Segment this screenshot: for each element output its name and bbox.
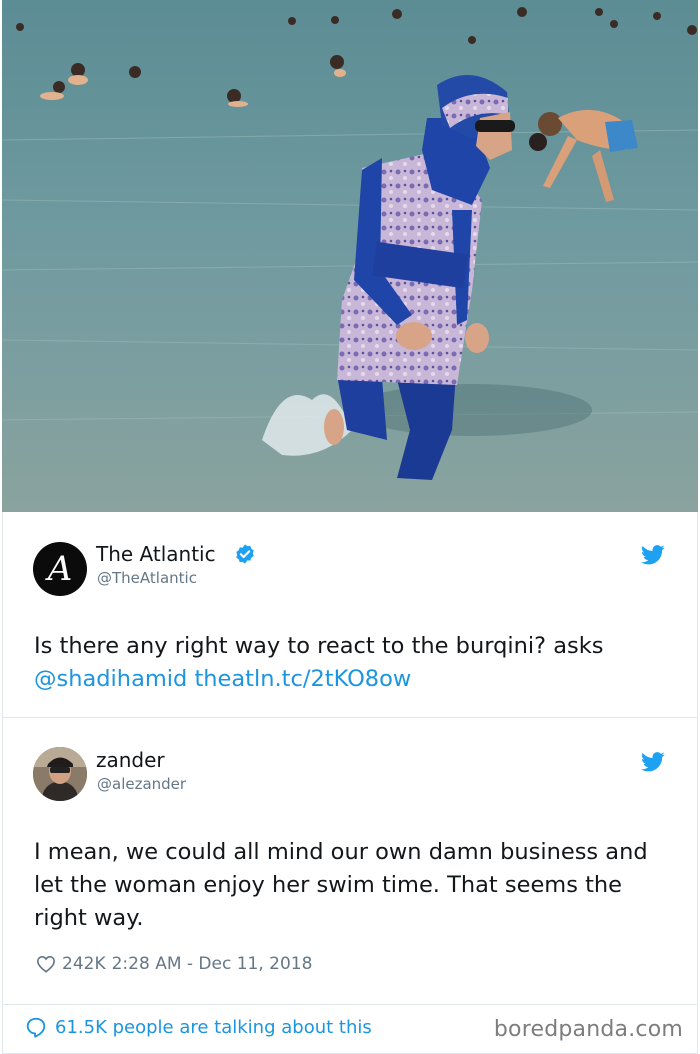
- author-handle[interactable]: @TheAtlantic: [97, 569, 197, 587]
- zander-tweet-card: zander @alezander I mean, we could all m…: [2, 718, 698, 1005]
- author-name[interactable]: The Atlantic: [96, 542, 216, 566]
- atlantic-logo: A: [47, 549, 73, 589]
- twitter-bird-icon[interactable]: [641, 545, 665, 565]
- beach-photo: [2, 0, 698, 512]
- verified-badge-icon: [236, 544, 254, 564]
- atlantic-avatar[interactable]: A: [33, 542, 87, 596]
- atlantic-tweet-card: A The Atlantic @TheAtlantic Is there any…: [2, 512, 698, 718]
- tweet-text: I mean, we could all mind our own damn b…: [34, 839, 648, 931]
- author-handle[interactable]: @alezander: [97, 775, 186, 793]
- mention-link[interactable]: @shadihamid: [34, 666, 187, 692]
- tweet-text: Is there any right way to react to the b…: [34, 630, 674, 696]
- twitter-bird-icon[interactable]: [641, 752, 665, 772]
- talking-count: 61.5K people are talking about this: [55, 1016, 372, 1038]
- boredpanda-watermark: boredpanda.com: [493, 1017, 683, 1042]
- like-count[interactable]: 242K: [62, 954, 106, 974]
- tweet-timestamp[interactable]: 2:28 AM - Dec 11, 2018: [112, 954, 313, 974]
- heart-icon[interactable]: [36, 955, 56, 973]
- article-link[interactable]: theatln.tc/2tKO8ow: [194, 666, 411, 692]
- tweet-meta: 242K 2:28 AM - Dec 11, 2018: [36, 954, 312, 974]
- engagement-footer: 61.5K people are talking about this bore…: [2, 1005, 698, 1054]
- speech-bubble-icon: [26, 1017, 46, 1038]
- tweet-text-body: Is there any right way to react to the b…: [34, 633, 604, 659]
- zander-avatar[interactable]: [33, 747, 87, 801]
- author-name[interactable]: zander: [96, 748, 165, 772]
- talking-link[interactable]: 61.5K people are talking about this: [25, 1016, 372, 1038]
